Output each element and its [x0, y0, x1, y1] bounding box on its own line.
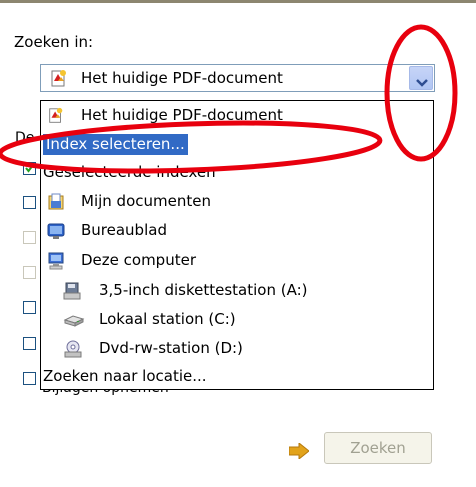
checkbox-checked[interactable] [23, 162, 36, 175]
floppy-drive-icon [63, 282, 81, 300]
location-dropdown-list: Het huidige PDF-document Index selectere… [40, 100, 434, 390]
select-value: Het huidige PDF-document [81, 69, 283, 87]
option-checkbox-disabled [23, 231, 36, 244]
search-location-select[interactable]: Het huidige PDF-document [40, 64, 435, 92]
option-checkbox[interactable] [23, 301, 36, 314]
search-in-label: Zoeken in: [14, 33, 94, 51]
partial-options-label: De [15, 130, 35, 146]
option-checkbox-disabled [23, 266, 36, 279]
arrow-right-icon [288, 441, 310, 463]
list-item-current-pdf[interactable]: Het huidige PDF-document [41, 105, 433, 126]
dvd-drive-icon [63, 340, 82, 358]
search-button[interactable]: Zoeken [324, 432, 432, 464]
option-checkbox[interactable] [23, 196, 36, 209]
hard-drive-icon [63, 311, 85, 329]
pdf-document-icon [49, 69, 69, 93]
attachments-checkbox[interactable] [23, 372, 36, 385]
top-divider [0, 0, 476, 3]
my-documents-icon [47, 193, 65, 211]
option-checkbox[interactable] [23, 337, 36, 350]
desktop-icon [47, 222, 65, 240]
search-button-label: Zoeken [350, 439, 406, 457]
computer-icon [47, 252, 65, 270]
chevron-down-icon [416, 75, 428, 91]
pdf-document-icon [47, 107, 65, 125]
dropdown-button[interactable] [409, 66, 433, 90]
